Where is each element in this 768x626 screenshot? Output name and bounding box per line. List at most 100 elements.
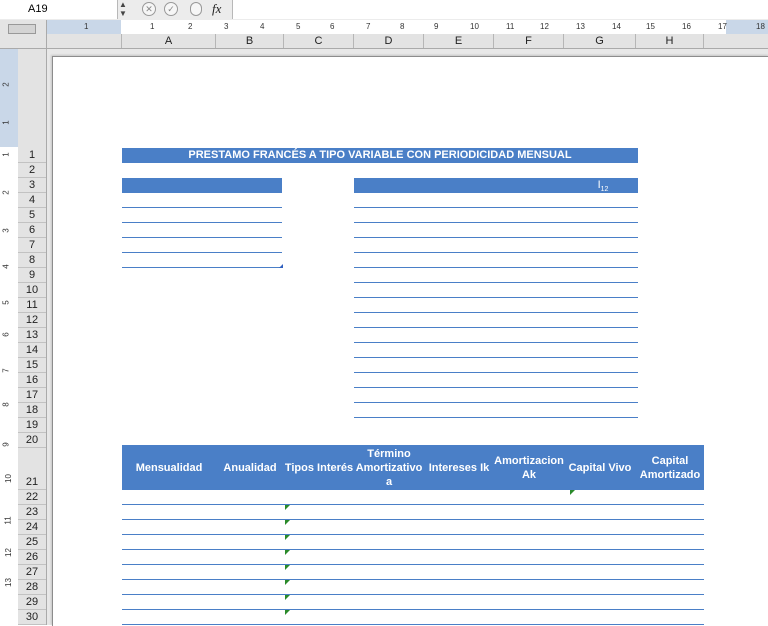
column-header-d[interactable]: D: [354, 34, 424, 48]
rate-euribor[interactable]: [424, 223, 494, 238]
row-header-9[interactable]: 9: [18, 268, 46, 283]
amortization-cell[interactable]: [122, 505, 216, 520]
amortization-cell[interactable]: [564, 505, 636, 520]
amortization-cell[interactable]: [284, 520, 354, 535]
rate-euribor-plus[interactable]: [494, 193, 570, 208]
formula-input[interactable]: [232, 0, 768, 19]
amortization-cell[interactable]: [636, 520, 704, 535]
amortization-cell[interactable]: [216, 535, 284, 550]
row-header-27[interactable]: 27: [18, 565, 46, 580]
rate-year[interactable]: [354, 298, 424, 313]
concept-label[interactable]: [122, 193, 218, 208]
column-header-e[interactable]: E: [424, 34, 494, 48]
concept-value[interactable]: [216, 208, 282, 223]
row-header-26[interactable]: 26: [18, 550, 46, 565]
rate-euribor-plus[interactable]: [494, 238, 570, 253]
amortization-header-cell[interactable]: Tipos Interés: [284, 445, 354, 490]
amortization-cell[interactable]: [494, 535, 564, 550]
amortization-cell[interactable]: [494, 595, 564, 610]
amortization-cell[interactable]: [284, 550, 354, 565]
rate-euribor[interactable]: [424, 343, 494, 358]
row-header-12[interactable]: 12: [18, 313, 46, 328]
amortization-cell[interactable]: [636, 550, 704, 565]
rate-year[interactable]: [354, 283, 424, 298]
amortization-cell[interactable]: [564, 550, 636, 565]
row-header-15[interactable]: 15: [18, 358, 46, 373]
concept-label[interactable]: [122, 238, 218, 253]
rate-euribor[interactable]: [424, 373, 494, 388]
row-header-10[interactable]: 10: [18, 283, 46, 298]
amortization-cell[interactable]: [284, 580, 354, 595]
concept-label[interactable]: [122, 223, 218, 238]
amortization-cell[interactable]: [284, 505, 354, 520]
rate-i12[interactable]: [570, 328, 638, 343]
rate-euribor[interactable]: [424, 328, 494, 343]
concept-value[interactable]: [216, 223, 282, 238]
amortization-cell[interactable]: [284, 565, 354, 580]
amortization-cell[interactable]: [636, 610, 704, 625]
concept-label[interactable]: [122, 208, 218, 223]
amortization-cell[interactable]: [636, 595, 704, 610]
rate-euribor-plus[interactable]: [494, 328, 570, 343]
rate-year[interactable]: [354, 388, 424, 403]
rate-euribor[interactable]: [424, 388, 494, 403]
row-header-25[interactable]: 25: [18, 535, 46, 550]
amortization-cell[interactable]: [424, 505, 494, 520]
row-header-23[interactable]: 23: [18, 505, 46, 520]
amortization-cell[interactable]: [494, 580, 564, 595]
amortization-cell[interactable]: [494, 565, 564, 580]
amortization-cell[interactable]: [284, 535, 354, 550]
amortization-cell[interactable]: [354, 565, 424, 580]
rate-i12[interactable]: [570, 403, 638, 418]
amortization-cell[interactable]: [354, 535, 424, 550]
amortization-cell[interactable]: [494, 550, 564, 565]
rate-euribor[interactable]: [424, 193, 494, 208]
name-box-stepper-icon[interactable]: ▲ ▼: [118, 0, 128, 19]
amortization-cell[interactable]: [216, 565, 284, 580]
rate-year[interactable]: [354, 193, 424, 208]
rate-year[interactable]: [354, 403, 424, 418]
row-header-14[interactable]: 14: [18, 343, 46, 358]
row-header-30[interactable]: 30: [18, 610, 46, 625]
row-header-6[interactable]: 6: [18, 223, 46, 238]
amortization-cell[interactable]: [284, 490, 354, 505]
amortization-cell[interactable]: [354, 550, 424, 565]
amortization-cell[interactable]: [424, 595, 494, 610]
rate-year[interactable]: [354, 343, 424, 358]
rate-euribor-plus[interactable]: [494, 298, 570, 313]
rate-euribor[interactable]: [424, 403, 494, 418]
amortization-cell[interactable]: [354, 505, 424, 520]
amortization-cell[interactable]: [354, 595, 424, 610]
amortization-header-cell[interactable]: Capital Vivo: [564, 445, 636, 490]
rate-euribor[interactable]: [424, 283, 494, 298]
row-header-22[interactable]: 22: [18, 490, 46, 505]
amortization-cell[interactable]: [216, 490, 284, 505]
amortization-cell[interactable]: [122, 490, 216, 505]
amortization-cell[interactable]: [564, 610, 636, 625]
column-header-c[interactable]: C: [284, 34, 354, 48]
amortization-cell[interactable]: [122, 535, 216, 550]
row-header-29[interactable]: 29: [18, 595, 46, 610]
amortization-header-cell[interactable]: Mensualidad: [122, 445, 216, 490]
rate-euribor[interactable]: [424, 208, 494, 223]
rate-year[interactable]: [354, 373, 424, 388]
rate-euribor-plus[interactable]: [494, 253, 570, 268]
rate-euribor-plus[interactable]: [494, 283, 570, 298]
row-header-13[interactable]: 13: [18, 328, 46, 343]
rate-i12[interactable]: [570, 253, 638, 268]
name-box[interactable]: A19: [0, 0, 118, 19]
column-header-g[interactable]: G: [564, 34, 636, 48]
rate-year[interactable]: [354, 313, 424, 328]
rate-euribor-plus[interactable]: [494, 208, 570, 223]
rate-euribor[interactable]: [424, 313, 494, 328]
amortization-cell[interactable]: [216, 610, 284, 625]
rate-year[interactable]: [354, 328, 424, 343]
amortization-cell[interactable]: [424, 550, 494, 565]
row-header-2[interactable]: 2: [18, 163, 46, 178]
rate-euribor-plus[interactable]: [494, 268, 570, 283]
amortization-cell[interactable]: [636, 565, 704, 580]
rate-i12[interactable]: [570, 223, 638, 238]
row-header-24[interactable]: 24: [18, 520, 46, 535]
row-header-16[interactable]: 16: [18, 373, 46, 388]
amortization-cell[interactable]: [354, 580, 424, 595]
